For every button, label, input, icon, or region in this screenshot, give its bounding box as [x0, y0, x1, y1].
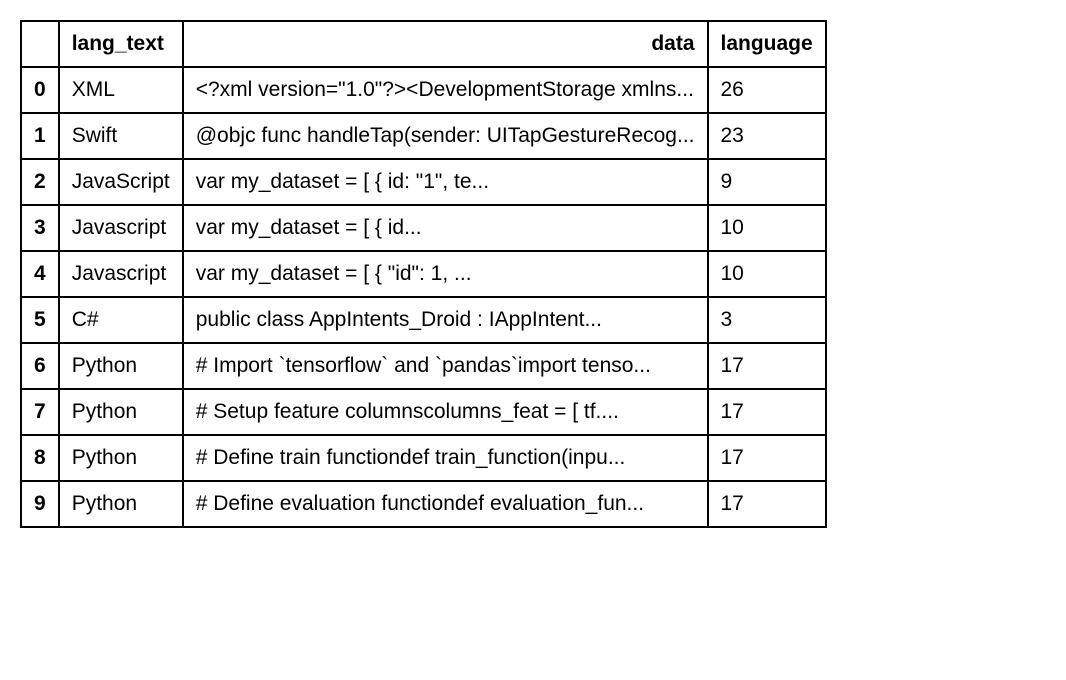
cell-lang-text: Swift [59, 113, 183, 159]
table-header: lang_text data language [21, 21, 826, 67]
table-row: 3 Javascript var my_dataset = [ { id... … [21, 205, 826, 251]
cell-language: 17 [708, 389, 826, 435]
table-row: 1 Swift @objc func handleTap(sender: UIT… [21, 113, 826, 159]
header-row: lang_text data language [21, 21, 826, 67]
table-row: 6 Python # Import `tensorflow` and `pand… [21, 343, 826, 389]
cell-language: 10 [708, 205, 826, 251]
header-data: data [183, 21, 708, 67]
row-index: 8 [21, 435, 59, 481]
cell-data: var my_dataset = [ { id... [183, 205, 708, 251]
row-index: 2 [21, 159, 59, 205]
cell-lang-text: Python [59, 481, 183, 527]
table-row: 5 C# public class AppIntents_Droid : IAp… [21, 297, 826, 343]
table-body: 0 XML <?xml version="1.0"?><DevelopmentS… [21, 67, 826, 527]
cell-lang-text: C# [59, 297, 183, 343]
cell-data: <?xml version="1.0"?><DevelopmentStorage… [183, 67, 708, 113]
header-language: language [708, 21, 826, 67]
row-index: 5 [21, 297, 59, 343]
cell-data: var my_dataset = [ { "id": 1, ... [183, 251, 708, 297]
cell-language: 9 [708, 159, 826, 205]
cell-data: public class AppIntents_Droid : IAppInte… [183, 297, 708, 343]
cell-data: # Setup feature columnscolumns_feat = [ … [183, 389, 708, 435]
cell-language: 17 [708, 481, 826, 527]
table-row: 2 JavaScript var my_dataset = [ { id: "1… [21, 159, 826, 205]
cell-data: # Define evaluation functiondef evaluati… [183, 481, 708, 527]
cell-language: 17 [708, 343, 826, 389]
cell-language: 3 [708, 297, 826, 343]
table-row: 9 Python # Define evaluation functiondef… [21, 481, 826, 527]
row-index: 1 [21, 113, 59, 159]
row-index: 0 [21, 67, 59, 113]
cell-language: 10 [708, 251, 826, 297]
table-row: 4 Javascript var my_dataset = [ { "id": … [21, 251, 826, 297]
cell-lang-text: JavaScript [59, 159, 183, 205]
cell-data: var my_dataset = [ { id: "1", te... [183, 159, 708, 205]
header-index [21, 21, 59, 67]
row-index: 6 [21, 343, 59, 389]
cell-lang-text: Python [59, 435, 183, 481]
cell-language: 23 [708, 113, 826, 159]
cell-lang-text: Javascript [59, 205, 183, 251]
header-lang-text: lang_text [59, 21, 183, 67]
row-index: 4 [21, 251, 59, 297]
row-index: 9 [21, 481, 59, 527]
table-row: 0 XML <?xml version="1.0"?><DevelopmentS… [21, 67, 826, 113]
table-row: 7 Python # Setup feature columnscolumns_… [21, 389, 826, 435]
cell-lang-text: Python [59, 389, 183, 435]
cell-data: # Define train functiondef train_functio… [183, 435, 708, 481]
cell-lang-text: Python [59, 343, 183, 389]
dataframe-table: lang_text data language 0 XML <?xml vers… [20, 20, 827, 528]
row-index: 7 [21, 389, 59, 435]
cell-language: 26 [708, 67, 826, 113]
cell-data: @objc func handleTap(sender: UITapGestur… [183, 113, 708, 159]
row-index: 3 [21, 205, 59, 251]
cell-data: # Import `tensorflow` and `pandas`import… [183, 343, 708, 389]
table-row: 8 Python # Define train functiondef trai… [21, 435, 826, 481]
cell-lang-text: XML [59, 67, 183, 113]
cell-lang-text: Javascript [59, 251, 183, 297]
cell-language: 17 [708, 435, 826, 481]
